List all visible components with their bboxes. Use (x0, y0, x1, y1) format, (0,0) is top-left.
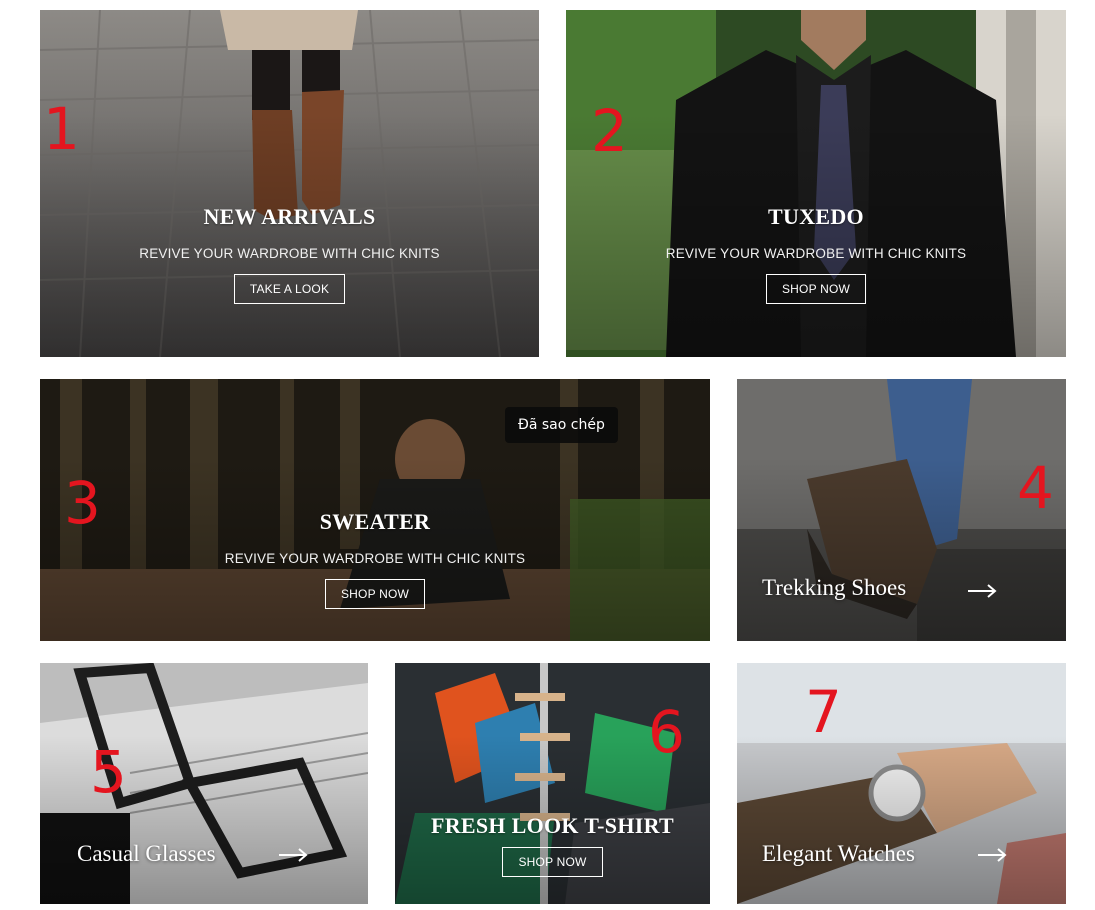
banner-subtitle: REVIVE YOUR WARDROBE WITH CHIC KNITS (224, 551, 526, 566)
banner-title: SWEATER (319, 509, 431, 534)
shop-now-button[interactable]: SHOP NOW (765, 274, 867, 304)
annotation-number: 2 (591, 97, 628, 165)
banner-new-arrivals[interactable]: 1 NEW ARRIVALS REVIVE YOUR WARDROBE WITH… (40, 10, 539, 357)
banner-subtitle: REVIVE YOUR WARDROBE WITH CHIC KNITS (139, 246, 440, 261)
arrow-right-icon[interactable] (967, 584, 997, 598)
banner-title: TUXEDO (768, 204, 864, 229)
annotation-number: 1 (43, 95, 80, 163)
banner-casual-glasses[interactable]: 5 Casual Glasses (40, 663, 368, 904)
banner-title: NEW ARRIVALS (203, 204, 376, 229)
arrow-right-icon[interactable] (278, 848, 308, 862)
copied-toast: Đã sao chép (505, 407, 618, 443)
annotation-number: 4 (1017, 454, 1054, 522)
banner-title: FRESH LOOK T-SHIRT (430, 813, 675, 838)
annotation-number: 6 (648, 698, 685, 766)
banner-title: Elegant Watches (762, 841, 915, 866)
banner-elegant-watches[interactable]: 7 Elegant Watches (737, 663, 1066, 904)
banner-title: Trekking Shoes (762, 575, 907, 600)
banner-subtitle: REVIVE YOUR WARDROBE WITH CHIC KNITS (665, 246, 967, 261)
shop-now-button[interactable]: SHOP NOW (324, 579, 426, 609)
annotation-number: 7 (805, 678, 842, 746)
arrow-right-icon[interactable] (977, 848, 1007, 862)
banner-trekking-shoes[interactable]: 4 Trekking Shoes (737, 379, 1066, 641)
banner-tuxedo[interactable]: 2 TUXEDO REVIVE YOUR WARDROBE WITH CHIC … (566, 10, 1066, 357)
banner-title: Casual Glasses (77, 841, 216, 866)
shop-now-button[interactable]: SHOP NOW (502, 847, 603, 877)
annotation-number: 5 (90, 738, 127, 806)
banner-sweater[interactable]: 3 Đã sao chép SWEATER REVIVE YOUR WARDRO… (40, 379, 710, 641)
take-a-look-button[interactable]: TAKE A LOOK (233, 274, 346, 304)
banner-fresh-look-tshirt[interactable]: 6 FRESH LOOK T-SHIRT SHOP NOW (395, 663, 710, 904)
